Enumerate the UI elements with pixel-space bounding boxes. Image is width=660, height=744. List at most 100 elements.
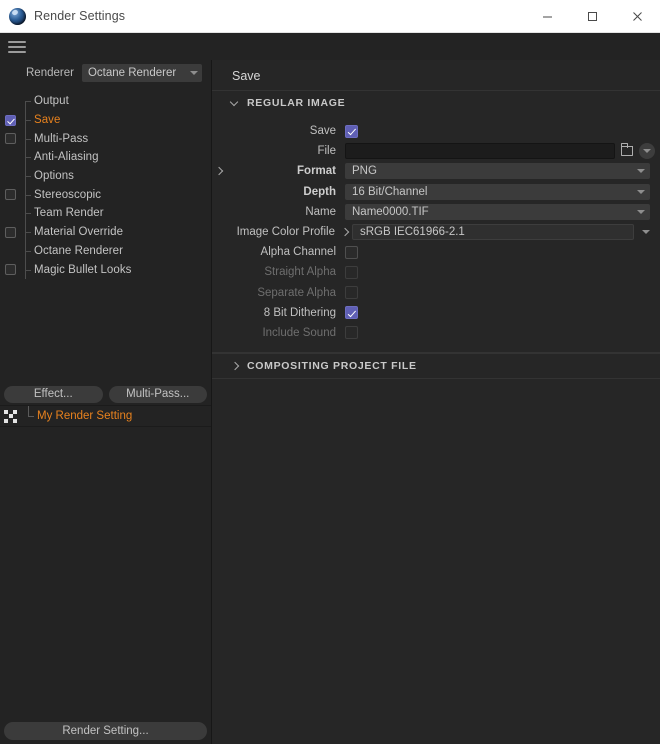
tree-item-options[interactable]: Options [0, 166, 211, 186]
alpha-channel-checkbox[interactable] [345, 245, 358, 259]
straight-alpha-label: Straight Alpha [264, 266, 336, 279]
file-label: File [317, 145, 336, 158]
window-controls [525, 0, 660, 32]
format-expand-toggle[interactable] [212, 167, 226, 175]
tree-item-checkbox[interactable] [4, 226, 16, 238]
file-browse-button[interactable] [619, 143, 635, 159]
tree-item-anti-aliasing[interactable]: Anti-Aliasing [0, 148, 211, 167]
tree-connector [23, 405, 37, 427]
tree-item-checkbox-cell [0, 226, 20, 238]
renderer-select[interactable]: Octane Renderer [81, 63, 202, 82]
chevron-down-icon [637, 209, 645, 214]
include-sound-label: Include Sound [262, 326, 336, 339]
file-input[interactable] [345, 143, 615, 160]
chevron-right-icon [230, 362, 239, 371]
render-settings-tree: Output Save Multi-Pass Anti-Aliasing Options… [0, 85, 211, 383]
depth-select[interactable]: 16 Bit/Channel [345, 183, 650, 200]
chevron-down-icon [189, 70, 198, 75]
tree-item-stereoscopic[interactable]: Stereoscopic [0, 185, 211, 204]
tree-item-material-override[interactable]: Material Override [0, 222, 211, 242]
cinema4d-logo-icon [8, 7, 26, 25]
section-label: REGULAR IMAGE [247, 97, 346, 109]
format-select[interactable]: PNG [345, 163, 650, 180]
tree-item-checkbox[interactable] [4, 133, 16, 145]
page-title: Save [232, 69, 261, 83]
tree-connector [20, 222, 34, 242]
tree-item-checkbox[interactable] [4, 114, 16, 126]
maximize-button[interactable] [570, 0, 615, 32]
tree-item-label: Octane Renderer [34, 244, 123, 257]
color-profile-expand-toggle[interactable] [338, 228, 352, 236]
multipass-button[interactable]: Multi-Pass... [108, 385, 207, 403]
render-setting-icon [4, 409, 17, 423]
settings-panel: Save REGULAR IMAGE Save File Format PNG … [212, 60, 660, 744]
file-options-button[interactable] [639, 143, 655, 160]
window-body: Renderer Octane Renderer Output Save Multi… [0, 33, 660, 744]
tree-item-label: Material Override [34, 226, 124, 239]
field-row-straight-alpha: Straight Alpha [212, 262, 660, 282]
tree-item-checkbox[interactable] [4, 189, 16, 201]
close-icon [633, 11, 642, 21]
renderer-value: Octane Renderer [87, 66, 177, 79]
bottom-button-wrap: Render Setting... [0, 718, 211, 744]
chevron-down-icon [637, 189, 645, 194]
minimize-button[interactable] [525, 0, 570, 32]
separate-alpha-label: Separate Alpha [257, 286, 336, 299]
tree-item-label: Stereoscopic [34, 188, 102, 201]
field-row-name: Name Name0000.TIF [212, 202, 660, 222]
tree-item-team-render[interactable]: Team Render [0, 204, 211, 223]
render-setting-row[interactable]: My Render Setting [0, 405, 211, 426]
tree-connector [20, 166, 34, 186]
main-content: Renderer Octane Renderer Output Save Multi… [0, 60, 660, 744]
tree-connector [20, 148, 34, 167]
tree-item-output[interactable]: Output [0, 92, 211, 111]
name-select[interactable]: Name0000.TIF [345, 203, 650, 220]
render-setting-name: My Render Setting [37, 410, 133, 422]
dithering-checkbox[interactable] [345, 306, 358, 320]
hamburger-menu-icon[interactable] [6, 38, 28, 56]
tree-item-magic-bullet-looks[interactable]: Magic Bullet Looks [0, 260, 211, 279]
renderer-label: Renderer [26, 66, 74, 79]
menu-bar [0, 33, 660, 60]
color-profile-dropdown-button[interactable] [638, 230, 654, 235]
close-button[interactable] [615, 0, 660, 32]
tree-connector [20, 260, 34, 279]
effect-button[interactable]: Effect... [4, 385, 103, 403]
field-row-save: Save [212, 121, 660, 141]
field-row-file: File [212, 141, 660, 161]
tree-item-save[interactable]: Save [0, 110, 211, 130]
tree-connector [20, 241, 34, 261]
section-header-compositing-project-file[interactable]: COMPOSITING PROJECT FILE [212, 353, 660, 380]
tree-connector [20, 92, 34, 111]
tree-item-checkbox-cell [0, 114, 20, 126]
color-profile-select[interactable]: sRGB IEC61966-2.1 [352, 224, 634, 241]
chevron-down-icon [642, 230, 650, 235]
tree-item-label: Magic Bullet Looks [34, 263, 132, 276]
field-row-color-profile: Image Color Profile sRGB IEC61966-2.1 [212, 222, 660, 242]
render-setting-button[interactable]: Render Setting... [4, 722, 207, 740]
minimize-icon [543, 16, 552, 17]
tree-connector [20, 185, 34, 204]
format-label: Format [297, 165, 336, 178]
tree-item-checkbox-cell [0, 133, 20, 145]
tree-item-label: Save [34, 114, 61, 127]
depth-label: Depth [303, 185, 336, 198]
renderer-row: Renderer Octane Renderer [0, 60, 211, 85]
tree-connector [20, 129, 34, 148]
field-row-depth: Depth 16 Bit/Channel [212, 182, 660, 202]
regular-image-form: Save File Format PNG Depth 16 Bit/Channe… [212, 115, 660, 354]
dithering-label: 8 Bit Dithering [263, 306, 336, 319]
section-header-regular-image[interactable]: REGULAR IMAGE [212, 90, 660, 115]
left-sidebar: Renderer Octane Renderer Output Save Multi… [0, 60, 212, 744]
tree-item-multi-pass[interactable]: Multi-Pass [0, 129, 211, 148]
save-checkbox[interactable] [345, 124, 358, 138]
separate-alpha-checkbox [345, 286, 358, 300]
tree-item-label: Options [34, 170, 74, 183]
sidebar-empty-area [0, 426, 211, 718]
tree-item-checkbox[interactable] [4, 264, 16, 276]
name-label: Name [305, 205, 336, 218]
format-value: PNG [352, 165, 377, 178]
app-logo [0, 7, 34, 25]
tree-connector [20, 204, 34, 223]
tree-item-octane-renderer[interactable]: Octane Renderer [0, 241, 211, 261]
